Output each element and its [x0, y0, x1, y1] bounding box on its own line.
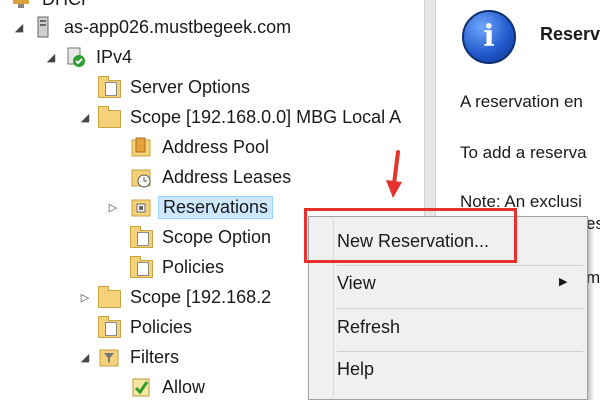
- tree-label: Policies: [162, 256, 225, 277]
- allow-icon: [130, 376, 152, 398]
- details-text-4: m: [586, 268, 600, 287]
- tree-label: Reservations: [158, 195, 274, 219]
- tree-item-scope-options[interactable]: Scope Option: [130, 224, 275, 250]
- address-leases-icon: [130, 166, 152, 188]
- menu-separator: [337, 351, 583, 352]
- menu-separator: [337, 308, 583, 309]
- details-text-3b: es: [586, 214, 600, 233]
- server-icon: [32, 16, 54, 38]
- details-text-1: A reservation en: [460, 92, 583, 111]
- tree-item-allow[interactable]: Allow: [130, 374, 209, 400]
- tree-label: IPv4: [96, 46, 133, 67]
- dhcp-icon: [10, 0, 32, 10]
- tree-item-address-leases[interactable]: Address Leases: [130, 164, 295, 190]
- tree-item-server-options[interactable]: Server Options: [98, 74, 254, 100]
- tree-label: Scope [192.168.2: [130, 286, 272, 307]
- tree-label: Server Options: [130, 76, 251, 97]
- tree-item-reservations[interactable]: ▷ Reservations: [109, 194, 274, 220]
- scope-options-icon: [130, 226, 153, 248]
- info-icon: i: [462, 10, 516, 64]
- submenu-arrow-icon: ▶: [559, 276, 568, 288]
- collapse-arrow-icon[interactable]: ◢: [44, 51, 58, 64]
- tree-item-policies[interactable]: Policies: [98, 314, 196, 340]
- tree-label: Scope [192.168.0.0] MBG Local A: [130, 106, 402, 127]
- tree-item-filters[interactable]: ◢ Filters: [81, 344, 183, 370]
- collapse-arrow-icon[interactable]: ◢: [78, 111, 92, 124]
- tree-label: Allow: [162, 376, 206, 397]
- tree-item-server[interactable]: ◢ as-app026.mustbegeek.com: [15, 14, 295, 40]
- collapse-arrow-icon[interactable]: ◢: [78, 351, 92, 364]
- tree-item-address-pool[interactable]: Address Pool: [130, 134, 273, 160]
- folder-icon: [98, 286, 121, 308]
- tree-label: Scope Option: [162, 226, 272, 247]
- policies-icon: [130, 256, 153, 278]
- expand-arrow-icon[interactable]: ▷: [106, 201, 120, 214]
- tree-label: Filters: [130, 346, 179, 367]
- server-options-icon: [98, 76, 121, 98]
- tree-label: Address Pool: [162, 136, 270, 157]
- folder-icon: [98, 106, 121, 128]
- expand-arrow-icon[interactable]: ▷: [78, 291, 92, 304]
- tree-label: as-app026.mustbegeek.com: [64, 16, 292, 37]
- tree-item-dhcp-root[interactable]: DHCP: [10, 0, 97, 12]
- tree-item-scope-2[interactable]: ▷ Scope [192.168.2: [81, 284, 275, 310]
- menu-item-refresh[interactable]: Refresh: [337, 317, 400, 338]
- filter-icon: [98, 346, 120, 368]
- tree-item-scope-1[interactable]: ◢ Scope [192.168.0.0] MBG Local A: [81, 104, 405, 130]
- menu-item-help[interactable]: Help: [337, 359, 374, 380]
- address-pool-icon: [130, 136, 152, 158]
- policies-icon: [98, 316, 121, 338]
- details-title: Reservations: [540, 24, 600, 44]
- tree-label: Policies: [130, 316, 193, 337]
- red-arrow-icon: [386, 150, 402, 198]
- menu-separator: [337, 265, 583, 266]
- collapse-arrow-icon[interactable]: ◢: [12, 21, 26, 34]
- details-text-2: To add a reserva: [460, 143, 587, 162]
- reservations-icon: [130, 196, 152, 218]
- tree-item-ipv4[interactable]: ◢ IPv4: [47, 44, 136, 70]
- tree-label: Address Leases: [162, 166, 292, 187]
- ipv4-icon: [64, 46, 86, 68]
- tree-label: DHCP: [38, 0, 97, 11]
- highlight-box: [304, 208, 517, 263]
- menu-item-view[interactable]: View: [337, 273, 376, 294]
- tree-item-policies-scope[interactable]: Policies: [130, 254, 228, 280]
